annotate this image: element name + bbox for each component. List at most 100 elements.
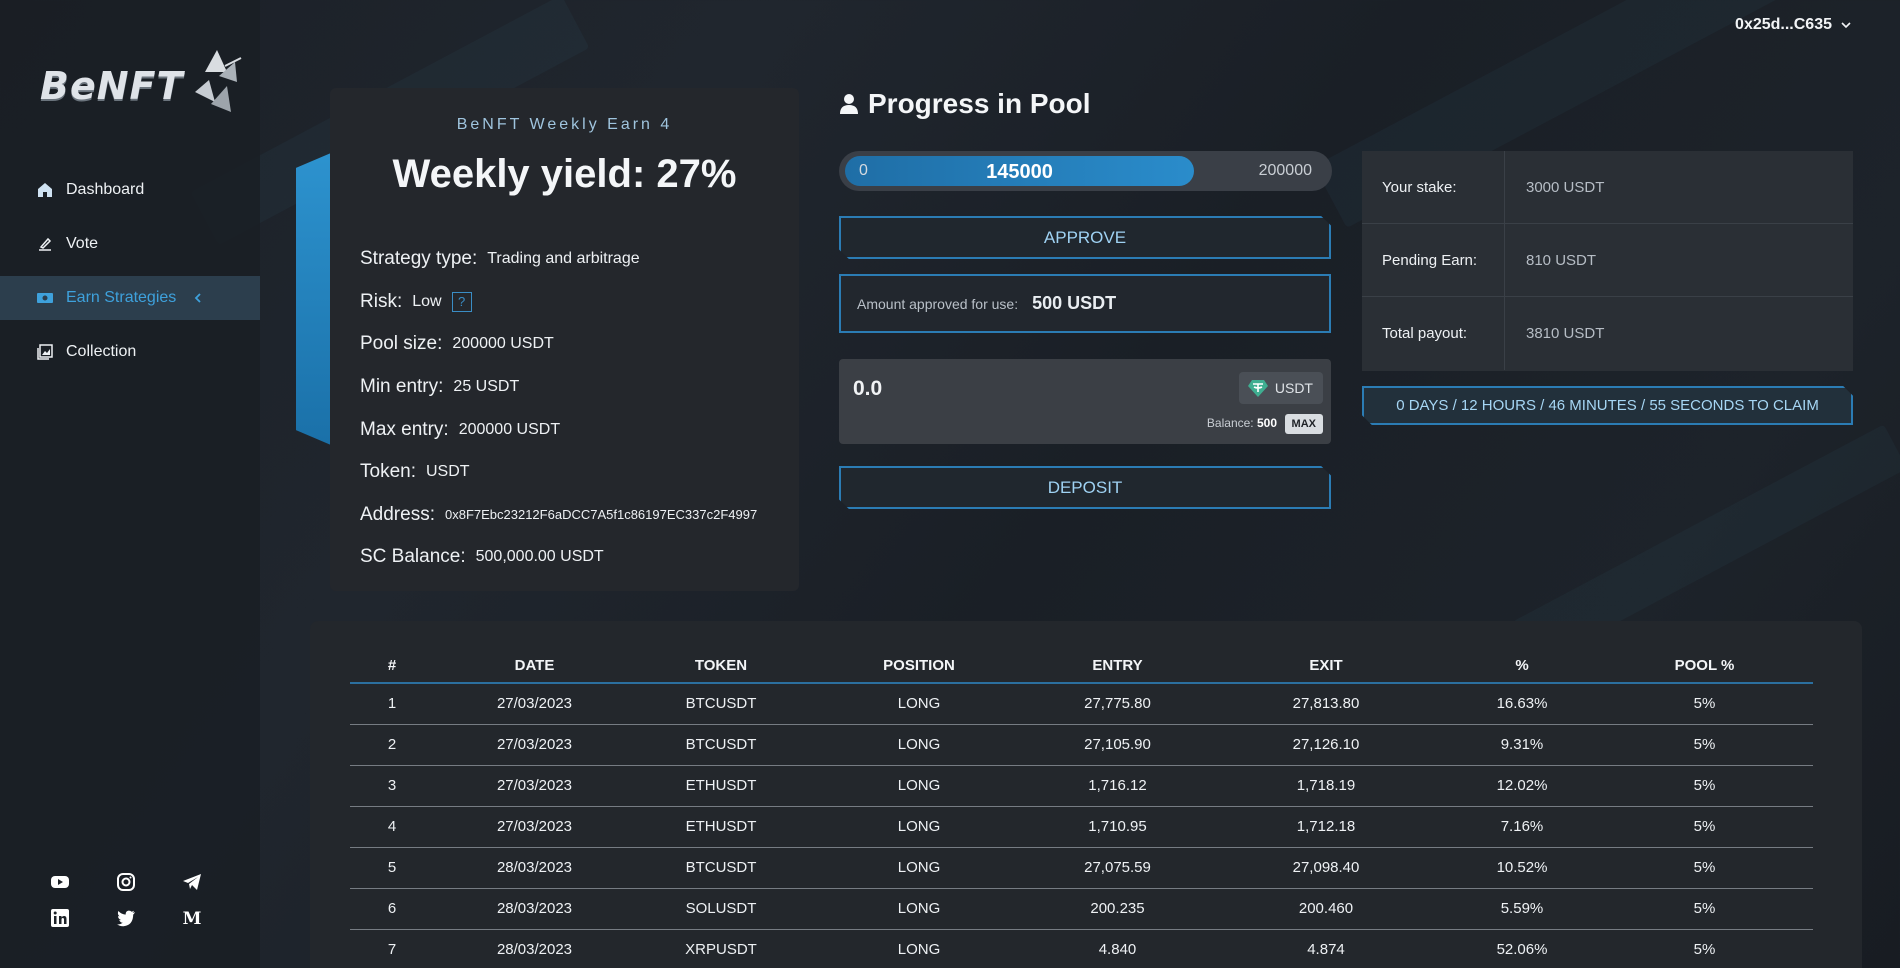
table-cell: 4.874 bbox=[1204, 929, 1448, 968]
table-cell: 1,712.18 bbox=[1204, 806, 1448, 848]
linkedin-icon[interactable] bbox=[48, 906, 72, 930]
table-cell: XRPUSDT bbox=[635, 929, 807, 968]
telegram-icon[interactable] bbox=[180, 870, 204, 894]
table-cell: 5% bbox=[1596, 683, 1813, 725]
logo-text: BeNFT bbox=[40, 64, 184, 108]
table-cell: LONG bbox=[807, 683, 1031, 725]
table-cell: 27,105.90 bbox=[1031, 724, 1204, 766]
table-cell: SOLUSDT bbox=[635, 888, 807, 930]
sidebar-item-vote[interactable]: Vote bbox=[0, 222, 260, 266]
field-label: Address: bbox=[360, 503, 435, 525]
table-cell: 16.63% bbox=[1448, 683, 1596, 725]
strategy-info-card: BeNFT Weekly Earn 4 Weekly yield: 27% St… bbox=[330, 88, 799, 591]
deposit-amount-box: USDT Balance: 500 MAX bbox=[839, 359, 1331, 444]
progress-max: 200000 bbox=[1258, 162, 1312, 179]
wallet-menu[interactable]: 0x25d...C635 bbox=[1735, 16, 1852, 34]
table-cell: 200.235 bbox=[1031, 888, 1204, 930]
table-cell: 5% bbox=[1596, 847, 1813, 889]
address-row: Address: 0x8F7Ebc23212F6aDCC7A5f1c86197E… bbox=[360, 494, 790, 537]
balance-value: 500 bbox=[1256, 416, 1277, 430]
twitter-icon[interactable] bbox=[114, 906, 138, 930]
strategy-type-row: Strategy type: Trading and arbitrage bbox=[360, 238, 790, 281]
table-cell: 10.52% bbox=[1448, 847, 1596, 889]
token-selector[interactable]: USDT bbox=[1238, 372, 1323, 404]
table-cell: 12.02% bbox=[1448, 765, 1596, 807]
sidebar-item-label: Dashboard bbox=[66, 181, 145, 198]
field-value: 200000 USDT bbox=[452, 335, 554, 353]
table-cell: 2 bbox=[350, 724, 434, 766]
table-row: 6 28/03/2023 SOLUSDT LONG 200.235 200.46… bbox=[350, 888, 1813, 930]
field-label: Min entry: bbox=[360, 376, 444, 398]
trades-table-card: # DATE TOKEN POSITION ENTRY EXIT % POOL … bbox=[310, 621, 1862, 968]
strategy-title: Weekly yield: 27% bbox=[392, 152, 737, 196]
pending-earn-row: Pending Earn: 810 USDT bbox=[1362, 224, 1853, 297]
approve-button[interactable]: APPROVE bbox=[839, 216, 1331, 259]
strategy-details: Strategy type: Trading and arbitrage Ris… bbox=[360, 238, 790, 579]
table-header-row: # DATE TOKEN POSITION ENTRY EXIT % POOL … bbox=[350, 649, 1813, 684]
deposit-button[interactable]: DEPOSIT bbox=[839, 466, 1331, 509]
table-cell: 28/03/2023 bbox=[434, 847, 635, 889]
table-cell: 27/03/2023 bbox=[434, 765, 635, 807]
field-label: Max entry: bbox=[360, 418, 449, 440]
field-value: 25 USDT bbox=[453, 378, 520, 396]
progress-min: 0 bbox=[859, 162, 868, 179]
table-row: 5 28/03/2023 BTCUSDT LONG 27,075.59 27,0… bbox=[350, 847, 1813, 889]
wallet-address: 0x25d...C635 bbox=[1735, 16, 1832, 33]
instagram-icon[interactable] bbox=[114, 870, 138, 894]
table-cell: LONG bbox=[807, 929, 1031, 968]
field-value: USDT bbox=[425, 463, 470, 481]
table-row: 7 28/03/2023 XRPUSDT LONG 4.840 4.874 52… bbox=[350, 929, 1813, 968]
table-cell: 52.06% bbox=[1448, 929, 1596, 968]
help-icon[interactable]: ? bbox=[451, 291, 472, 312]
table-cell: 5% bbox=[1596, 724, 1813, 766]
chevron-down-icon bbox=[1841, 22, 1851, 29]
medium-icon[interactable]: M bbox=[180, 906, 204, 930]
table-cell: BTCUSDT bbox=[635, 683, 807, 725]
youtube-icon[interactable] bbox=[48, 870, 72, 894]
user-icon bbox=[840, 94, 858, 114]
table-cell: LONG bbox=[807, 806, 1031, 848]
tether-icon bbox=[1247, 380, 1268, 397]
field-label: Risk: bbox=[360, 290, 403, 312]
approved-value: 500 USDT bbox=[1032, 293, 1117, 313]
vote-icon bbox=[39, 237, 52, 251]
sidebar-item-earn-strategies[interactable]: Earn Strategies bbox=[0, 276, 260, 320]
table-row: 1 27/03/2023 BTCUSDT LONG 27,775.80 27,8… bbox=[350, 683, 1813, 725]
approved-label: Amount approved for use: bbox=[857, 295, 1019, 312]
table-cell: 28/03/2023 bbox=[434, 929, 635, 968]
collection-icon bbox=[37, 344, 53, 360]
table-cell: BTCUSDT bbox=[635, 847, 807, 889]
table-cell: ETHUSDT bbox=[635, 765, 807, 807]
column-header: ENTRY bbox=[1031, 649, 1204, 684]
sidebar-item-dashboard[interactable]: Dashboard bbox=[0, 168, 260, 212]
field-label: SC Balance: bbox=[360, 546, 466, 568]
contract-address[interactable]: 0x8F7Ebc23212F6aDCC7A5f1c86197EC337c2F49… bbox=[445, 507, 757, 522]
column-header: % bbox=[1448, 649, 1596, 684]
stake-value: 3810 USDT bbox=[1526, 325, 1605, 342]
table-cell: 27/03/2023 bbox=[434, 724, 635, 766]
table-cell: 5% bbox=[1596, 765, 1813, 807]
approved-amount-box: Amount approved for use: 500 USDT bbox=[839, 274, 1331, 333]
claim-countdown: 0 DAYS / 12 HOURS / 46 MINUTES / 55 SECO… bbox=[1362, 386, 1853, 425]
table-cell: 4 bbox=[350, 806, 434, 848]
column-header: TOKEN bbox=[635, 649, 807, 684]
table-row: 2 27/03/2023 BTCUSDT LONG 27,105.90 27,1… bbox=[350, 724, 1813, 766]
table-cell: LONG bbox=[807, 765, 1031, 807]
stake-value: 3000 USDT bbox=[1526, 178, 1605, 196]
trades-table: # DATE TOKEN POSITION ENTRY EXIT % POOL … bbox=[350, 649, 1813, 968]
table-cell: 5% bbox=[1596, 929, 1813, 968]
pool-progress-bar: 0 145000 200000 bbox=[839, 151, 1332, 191]
field-label: Token: bbox=[360, 461, 416, 483]
sidebar-item-collection[interactable]: Collection bbox=[0, 330, 260, 374]
field-value: Trading and arbitrage bbox=[487, 250, 640, 268]
column-header: POOL % bbox=[1596, 649, 1813, 684]
sidebar-nav: Dashboard Vote Earn Strategies Collectio… bbox=[0, 168, 260, 384]
stake-label: Pending Earn: bbox=[1362, 224, 1505, 296]
deposit-amount-input[interactable] bbox=[853, 377, 1153, 401]
benft-logo[interactable]: BeNFT bbox=[40, 42, 250, 122]
table-cell: 1,718.19 bbox=[1204, 765, 1448, 807]
table-cell: 27,126.10 bbox=[1204, 724, 1448, 766]
table-cell: 27/03/2023 bbox=[434, 806, 635, 848]
max-button[interactable]: MAX bbox=[1284, 414, 1323, 434]
table-cell: 6 bbox=[350, 888, 434, 930]
